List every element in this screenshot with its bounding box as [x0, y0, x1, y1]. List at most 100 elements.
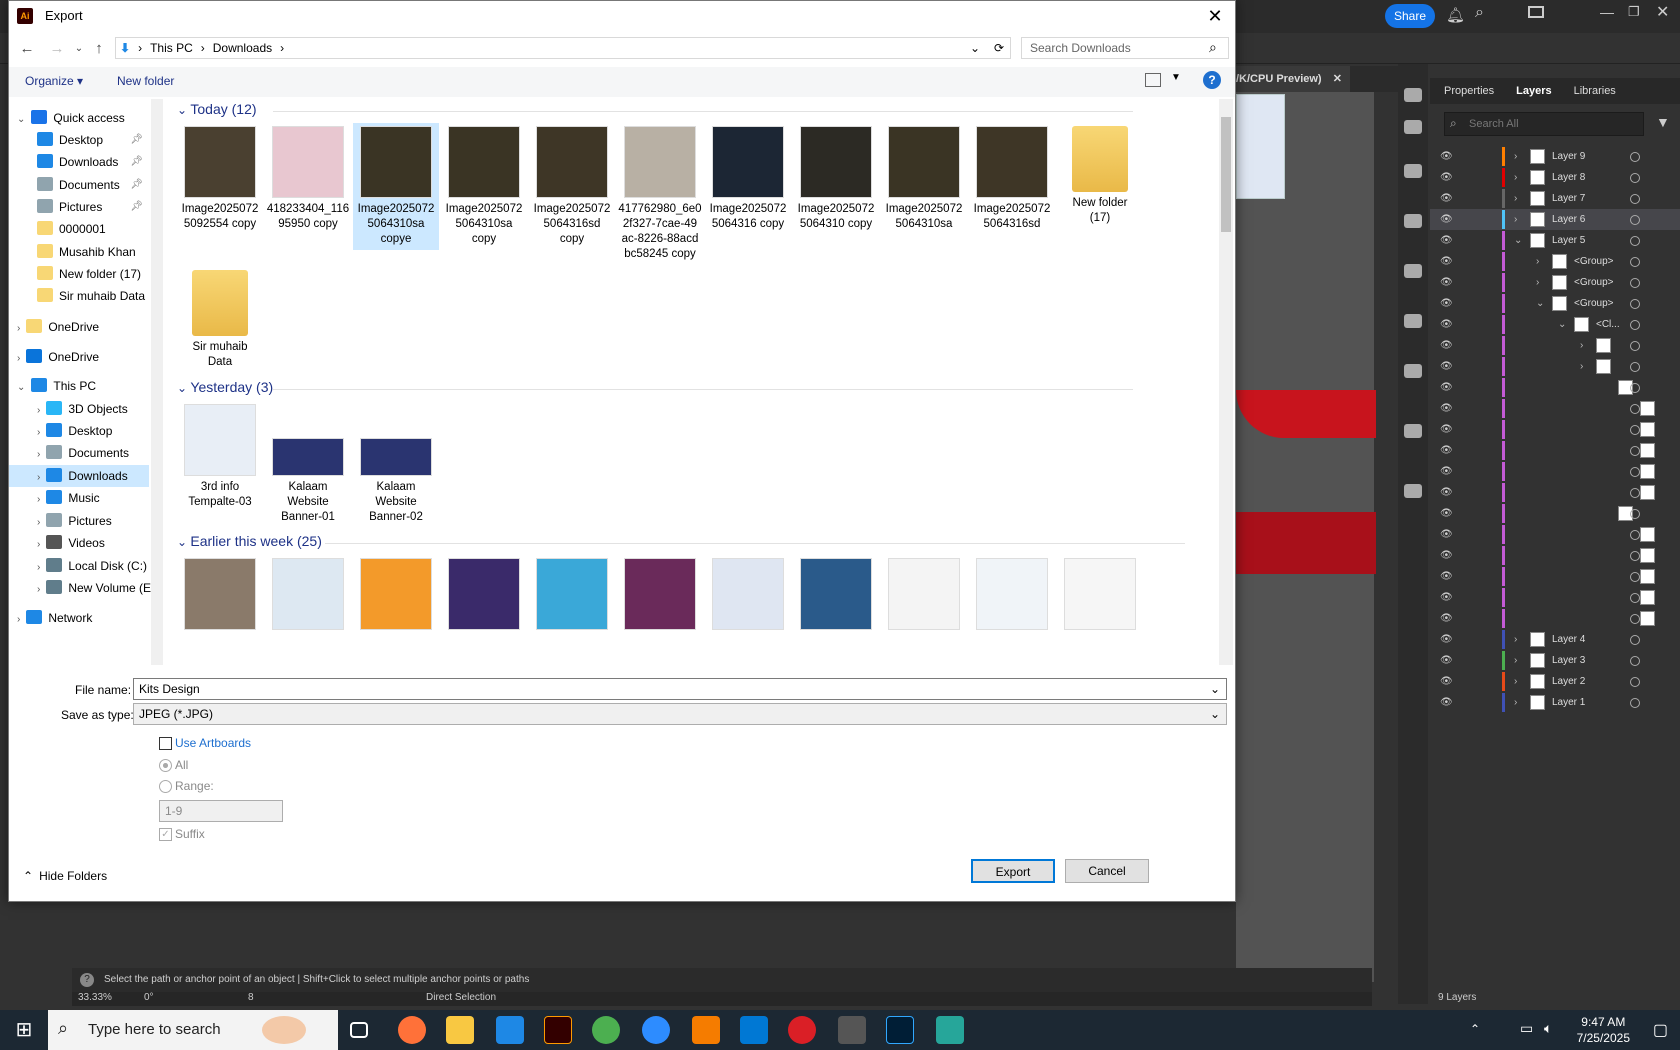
expand-chevron-icon[interactable]: ›: [37, 405, 40, 416]
sidebar-item[interactable]: › Downloads: [9, 465, 149, 487]
target-icon[interactable]: [1630, 445, 1640, 456]
group-header[interactable]: ⌄ Today (12): [177, 101, 257, 117]
tab-layers[interactable]: Layers: [1516, 85, 1551, 97]
dock-icon[interactable]: [1404, 264, 1422, 278]
file-item[interactable]: Kalaam Website Banner-01: [265, 401, 351, 528]
dock-icon[interactable]: [1404, 88, 1422, 102]
layer-row[interactable]: 👁︎: [1430, 587, 1680, 608]
zoom-icon[interactable]: [642, 1016, 670, 1044]
file-item[interactable]: [793, 555, 879, 637]
outlook-icon[interactable]: [740, 1016, 768, 1044]
visibility-eye-icon[interactable]: 👁︎: [1440, 508, 1453, 519]
sidebar-item[interactable]: › Pictures: [9, 510, 149, 532]
chevron-right-icon[interactable]: ›: [1580, 340, 1583, 351]
target-icon[interactable]: [1630, 172, 1640, 183]
file-name-input[interactable]: Kits Design ⌄: [133, 678, 1227, 700]
visibility-eye-icon[interactable]: 👁︎: [1440, 487, 1453, 498]
target-icon[interactable]: [1630, 382, 1640, 393]
creative-cloud-icon[interactable]: [788, 1016, 816, 1044]
sidebar-item[interactable]: New folder (17): [9, 263, 149, 285]
expand-chevron-icon[interactable]: ›: [37, 494, 40, 505]
target-icon[interactable]: [1630, 151, 1640, 162]
visibility-eye-icon[interactable]: 👁︎: [1440, 466, 1453, 477]
sidebar-item[interactable]: ⌄ Quick access: [9, 107, 149, 129]
target-icon[interactable]: [1630, 613, 1640, 624]
view-icon[interactable]: [1145, 73, 1161, 87]
file-item[interactable]: Image2025072 5064316 copy: [705, 123, 791, 235]
target-icon[interactable]: [1630, 424, 1640, 435]
file-item[interactable]: [441, 555, 527, 637]
layer-row[interactable]: 👁︎ ⌄ Layer 5: [1430, 230, 1680, 251]
visibility-eye-icon[interactable]: 👁︎: [1440, 193, 1453, 204]
file-item[interactable]: [705, 555, 791, 637]
layer-row[interactable]: 👁︎ ›: [1430, 356, 1680, 377]
target-icon[interactable]: [1630, 361, 1640, 372]
dock-icon[interactable]: [1404, 314, 1422, 328]
target-icon[interactable]: [1630, 529, 1640, 540]
cortana-icon[interactable]: [262, 1016, 306, 1044]
illustrator-icon[interactable]: [544, 1016, 572, 1044]
dock-icon[interactable]: [1404, 120, 1422, 134]
close-tab-icon[interactable]: ✕: [1333, 66, 1342, 92]
minimize-icon[interactable]: —: [1600, 4, 1614, 20]
visibility-eye-icon[interactable]: 👁︎: [1440, 403, 1453, 414]
expand-chevron-icon[interactable]: ›: [37, 449, 40, 460]
visibility-eye-icon[interactable]: 👁︎: [1440, 340, 1453, 351]
windows-start-icon[interactable]: ⊞: [0, 1010, 48, 1050]
visibility-eye-icon[interactable]: 👁︎: [1440, 655, 1453, 666]
layer-row[interactable]: 👁︎ ⌄ <Group>: [1430, 293, 1680, 314]
target-icon[interactable]: [1630, 403, 1640, 414]
search-icon[interactable]: ⌕: [1475, 4, 1484, 22]
target-icon[interactable]: [1630, 487, 1640, 498]
breadcrumb-downloads[interactable]: Downloads: [213, 41, 272, 55]
view-dropdown-icon[interactable]: ▼: [1171, 72, 1181, 83]
hide-folders-button[interactable]: ⌃ Hide Folders: [23, 869, 107, 883]
tray-chevron-icon[interactable]: ⌃: [1470, 1022, 1480, 1036]
dock-icon[interactable]: [1404, 424, 1422, 438]
chevron-right-icon[interactable]: ›: [1514, 193, 1517, 204]
organize-button[interactable]: Organize ▾: [25, 74, 83, 88]
file-item[interactable]: Kalaam Website Banner-02: [353, 401, 439, 528]
target-icon[interactable]: [1630, 298, 1640, 309]
chevron-down-icon[interactable]: ⌄: [177, 103, 190, 117]
chevron-down-icon[interactable]: ⌄: [1210, 679, 1220, 699]
target-icon[interactable]: [1630, 571, 1640, 582]
sidebar-item[interactable]: Downloads 📌︎: [9, 151, 149, 173]
app-icon[interactable]: [936, 1016, 964, 1044]
file-item[interactable]: [969, 555, 1055, 637]
visibility-eye-icon[interactable]: 👁︎: [1440, 214, 1453, 225]
chevron-right-icon[interactable]: ›: [1514, 172, 1517, 183]
sidebar-item[interactable]: Documents 📌︎: [9, 174, 149, 196]
target-icon[interactable]: [1630, 592, 1640, 603]
save-type-select[interactable]: JPEG (*.JPG) ⌄: [133, 703, 1227, 725]
file-list-scrollbar[interactable]: [1219, 99, 1233, 665]
expand-chevron-icon[interactable]: ›: [37, 517, 40, 528]
clock[interactable]: 9:47 AM 7/25/2025: [1577, 1014, 1630, 1046]
chrome-icon[interactable]: [592, 1016, 620, 1044]
notifications-icon[interactable]: ▢: [1653, 1020, 1668, 1040]
file-item[interactable]: 418233404_116 95950 copy: [265, 123, 351, 235]
sidebar-item[interactable]: › Videos: [9, 532, 149, 554]
sidebar-item[interactable]: › OneDrive: [9, 346, 149, 368]
chevron-down-icon[interactable]: ⌄: [1514, 235, 1522, 246]
visibility-eye-icon[interactable]: 👁︎: [1440, 613, 1453, 624]
firefox-icon[interactable]: [398, 1016, 426, 1044]
file-item[interactable]: 3rd info Tempalte-03: [177, 401, 263, 513]
layer-row[interactable]: 👁︎ › Layer 2: [1430, 671, 1680, 692]
visibility-eye-icon[interactable]: 👁︎: [1440, 256, 1453, 267]
sidebar-item[interactable]: 0000001: [9, 218, 149, 240]
layer-row[interactable]: 👁︎ › <Group>: [1430, 251, 1680, 272]
scroll-thumb[interactable]: [1221, 117, 1231, 232]
file-item[interactable]: [881, 555, 967, 637]
sidebar-item[interactable]: Musahib Khan: [9, 241, 149, 263]
range-input[interactable]: 1-9: [159, 800, 283, 822]
sidebar-item[interactable]: Desktop 📌︎: [9, 129, 149, 151]
layer-row[interactable]: 👁︎ › Layer 6: [1430, 209, 1680, 230]
target-icon[interactable]: [1630, 508, 1640, 519]
expand-chevron-icon[interactable]: ›: [37, 562, 40, 573]
workspace-icon[interactable]: [1528, 6, 1544, 18]
network-icon[interactable]: ▭: [1520, 1020, 1533, 1037]
chevron-down-icon[interactable]: ⌄: [177, 381, 190, 395]
dock-icon[interactable]: [1404, 484, 1422, 498]
sidebar-item[interactable]: › Desktop: [9, 420, 149, 442]
